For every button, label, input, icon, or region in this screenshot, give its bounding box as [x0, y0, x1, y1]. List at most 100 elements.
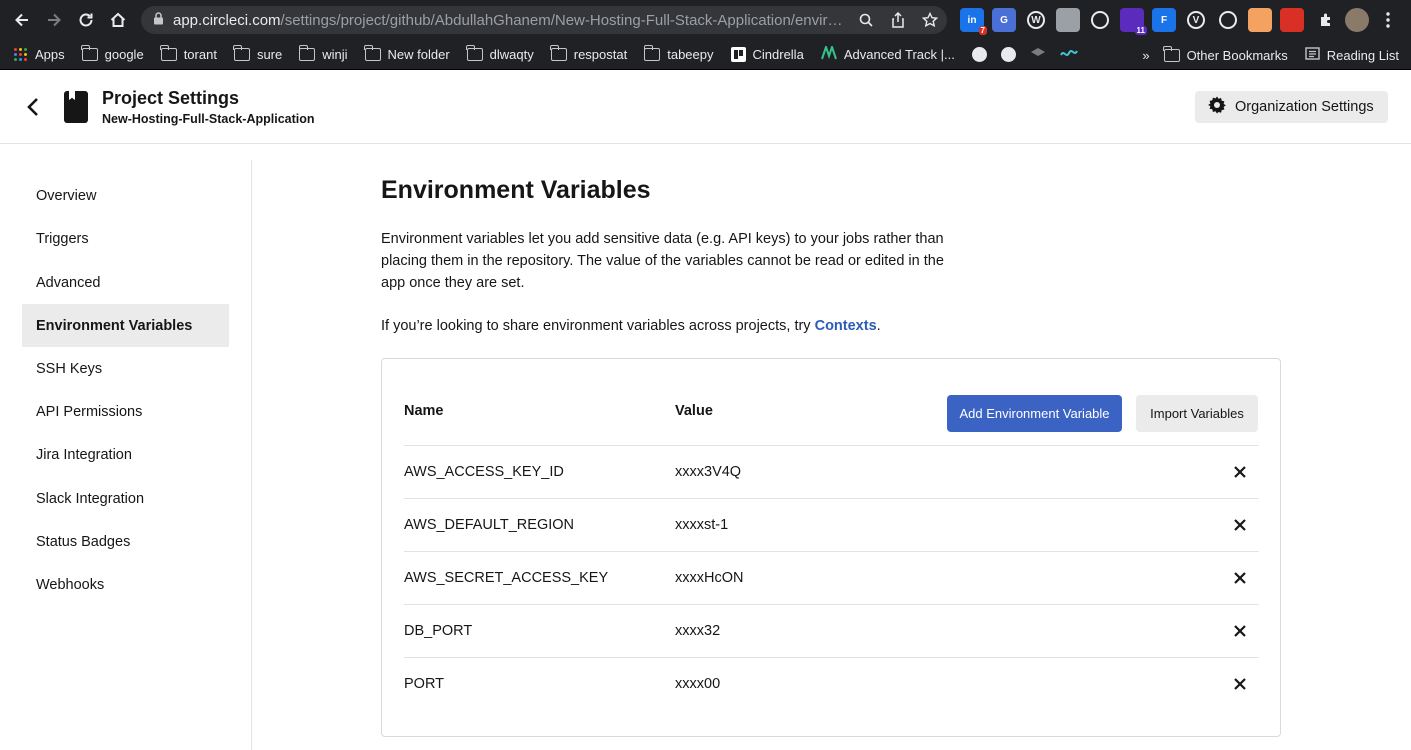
- env-variable-name: AWS_ACCESS_KEY_ID: [404, 464, 564, 480]
- env-variable-value: xxxxst-1: [675, 517, 729, 533]
- address-bar[interactable]: app.circleci.com/settings/project/github…: [141, 6, 947, 34]
- bookmark-label: sure: [256, 47, 283, 62]
- sidebar-item-webhooks[interactable]: Webhooks: [22, 563, 229, 606]
- ext-icon-4[interactable]: [1056, 8, 1080, 32]
- env-variable-name: DB_PORT: [404, 623, 473, 639]
- bookmark-folder[interactable]: torant: [160, 45, 217, 62]
- ext-icon-10[interactable]: [1248, 8, 1272, 32]
- organization-settings-label: Organization Settings: [1235, 99, 1374, 115]
- ext-icon-9[interactable]: [1219, 11, 1237, 29]
- column-header-value: Value: [675, 403, 713, 419]
- sidebar-item-ssh-keys[interactable]: SSH Keys: [22, 347, 229, 390]
- sidebar-item-overview[interactable]: Overview: [22, 174, 229, 217]
- env-variable-value: xxxx00: [675, 676, 721, 692]
- contexts-hint-text: If you’re looking to share environment v…: [381, 318, 815, 334]
- extensions-bar: in 7 G W 11 F V: [960, 8, 1304, 35]
- bookmark-label: Cindrella: [752, 47, 804, 62]
- delete-variable-icon[interactable]: [1232, 464, 1248, 480]
- url-text: app.circleci.com/settings/project/github…: [173, 12, 849, 29]
- bookmark-folder[interactable]: winji: [298, 45, 348, 62]
- ext-icon-3[interactable]: W: [1027, 11, 1045, 29]
- ext-icon-1[interactable]: in 7: [960, 8, 987, 35]
- layers-icon[interactable]: [1030, 46, 1046, 64]
- home-icon[interactable]: [102, 4, 134, 36]
- extension-label: G: [1000, 14, 1008, 26]
- folder-icon: [1163, 45, 1180, 62]
- sidebar-item-api-permissions[interactable]: API Permissions: [22, 390, 229, 433]
- page-title: Project Settings: [102, 88, 240, 108]
- ext-icon-8[interactable]: V: [1187, 11, 1205, 29]
- puzzle-icon[interactable]: [1310, 4, 1342, 36]
- env-variable-value: xxxxHcON: [675, 570, 744, 586]
- bookmarks-bar: Apps google torant sure winji New folder dlwa…: [0, 40, 1411, 70]
- gear-icon: [1207, 95, 1227, 119]
- sidebar-item-advanced[interactable]: Advanced: [22, 261, 229, 304]
- table-row: AWS_DEFAULT_REGION xxxxst-1: [404, 498, 1259, 551]
- zoom-icon[interactable]: [855, 9, 877, 31]
- forward-icon[interactable]: [38, 4, 70, 36]
- bookmark-advanced-track[interactable]: Advanced Track |...: [820, 43, 955, 63]
- extension-label: V: [1192, 14, 1200, 26]
- bookmark-other[interactable]: Other Bookmarks: [1163, 45, 1288, 63]
- folder-icon: [160, 45, 177, 61]
- bookmark-folder[interactable]: respostat: [550, 45, 628, 62]
- bookmark-folders: google torant sure winji New folder dlwaqty re…: [81, 45, 731, 62]
- wave-icon[interactable]: [1059, 46, 1078, 64]
- bookmarks-overflow-chevron[interactable]: »: [1142, 48, 1149, 63]
- column-header-name: Name: [404, 403, 444, 419]
- contexts-link[interactable]: Contexts: [815, 318, 877, 334]
- ext-icon-7[interactable]: F: [1152, 8, 1176, 32]
- bookmark-folder[interactable]: dlwaqty: [466, 45, 534, 62]
- bookmark-apps[interactable]: Apps: [14, 47, 65, 62]
- env-variables-card: Name Value Add Environment Variable Impo…: [381, 358, 1281, 737]
- delete-variable-icon[interactable]: [1232, 676, 1248, 692]
- bookmark-cindrella[interactable]: Cindrella: [730, 47, 804, 62]
- reading-list[interactable]: Reading List: [1305, 47, 1399, 63]
- more-menu-icon[interactable]: [1372, 4, 1404, 36]
- share-icon[interactable]: [887, 9, 909, 31]
- ext-icon-2[interactable]: G: [992, 8, 1016, 32]
- bookmark-folder[interactable]: New folder: [364, 45, 450, 62]
- sidebar-item-triggers[interactable]: Triggers: [22, 217, 229, 260]
- bookmark-folder[interactable]: google: [81, 45, 144, 62]
- reload-icon[interactable]: [70, 4, 102, 36]
- back-arrow-icon[interactable]: [22, 95, 44, 119]
- bookmark-folder[interactable]: sure: [233, 45, 283, 62]
- extension-badge: 11: [1134, 26, 1147, 35]
- delete-variable-icon[interactable]: [1232, 570, 1248, 586]
- sidebar-item-environment-variables[interactable]: Environment Variables: [22, 304, 229, 347]
- settings-sidebar: Overview Triggers Advanced Environment Vari…: [0, 160, 252, 750]
- folder-icon: [643, 45, 661, 61]
- folder-icon: [233, 45, 250, 61]
- url-path: /settings/project/github/AbdullahGhanem/…: [280, 11, 843, 29]
- extension-label: F: [1160, 14, 1168, 26]
- delete-variable-icon[interactable]: [1232, 623, 1248, 639]
- trello-icon: [730, 47, 746, 62]
- contexts-hint: If you’re looking to share environment v…: [381, 315, 881, 337]
- extension-label: W: [1031, 14, 1041, 26]
- globe-icon[interactable]: [1000, 47, 1016, 62]
- reading-list-icon: [1305, 47, 1320, 63]
- organization-settings-button[interactable]: Organization Settings: [1195, 91, 1388, 123]
- bookmark-label: respostat: [573, 47, 628, 62]
- sidebar-item-jira-integration[interactable]: Jira Integration: [22, 433, 229, 476]
- table-row: PORT xxxx00: [404, 657, 1259, 710]
- import-variables-button[interactable]: Import Variables: [1136, 395, 1258, 432]
- ext-icon-6[interactable]: 11: [1120, 8, 1147, 35]
- bookmark-label: torant: [183, 47, 217, 62]
- back-icon[interactable]: [6, 4, 38, 36]
- globe-icon[interactable]: [971, 47, 987, 62]
- bookmark-folder[interactable]: tabeepy: [643, 45, 714, 62]
- delete-variable-icon[interactable]: [1232, 517, 1248, 533]
- ext-icon-11[interactable]: [1280, 8, 1304, 32]
- bookmark-label: tabeepy: [667, 47, 714, 62]
- sidebar-item-status-badges[interactable]: Status Badges: [22, 520, 229, 563]
- env-variable-name: AWS_SECRET_ACCESS_KEY: [404, 570, 609, 586]
- sidebar-item-slack-integration[interactable]: Slack Integration: [22, 477, 229, 520]
- star-icon[interactable]: [919, 9, 941, 31]
- apps-grid-icon: [14, 47, 28, 62]
- profile-avatar[interactable]: [1345, 8, 1369, 32]
- ext-icon-5[interactable]: [1091, 11, 1109, 29]
- add-environment-variable-button[interactable]: Add Environment Variable: [947, 395, 1122, 432]
- folder-icon: [364, 45, 381, 61]
